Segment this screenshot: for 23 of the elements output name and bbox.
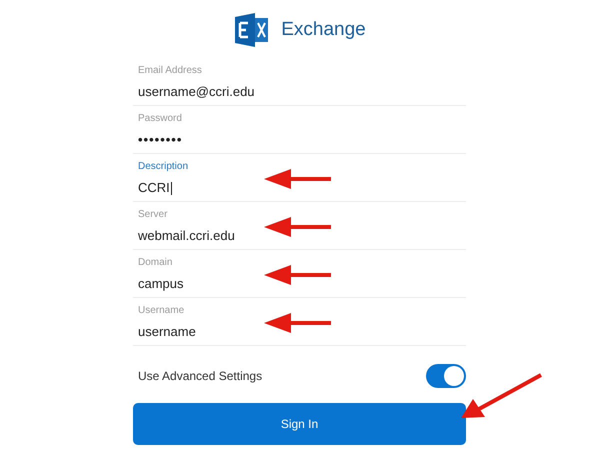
- form-field[interactable]: Username username: [133, 298, 466, 346]
- field-label: Description: [138, 160, 190, 174]
- form-field[interactable]: Domain campus: [133, 250, 466, 298]
- field-label: Email Address: [138, 64, 203, 78]
- field-value: webmail.ccri.edu: [138, 227, 235, 245]
- field-label: Server: [138, 208, 168, 222]
- field-label: Password: [138, 112, 183, 126]
- exchange-logo-icon: [233, 13, 270, 47]
- field-value: username: [138, 323, 196, 341]
- sign-in-button[interactable]: Sign In: [133, 403, 466, 445]
- advanced-toggle[interactable]: [426, 364, 466, 388]
- app-title: Exchange: [281, 18, 366, 42]
- field-value: CCRI: [138, 179, 172, 198]
- field-label: Username: [138, 304, 186, 318]
- field-value: ••••••••: [138, 131, 182, 149]
- form-field[interactable]: Description CCRI: [133, 154, 466, 202]
- form-field[interactable]: Password ••••••••: [133, 106, 466, 154]
- advanced-settings-label: Use Advanced Settings: [138, 368, 262, 385]
- field-value: username@ccri.edu: [138, 83, 255, 101]
- field-label: Domain: [138, 256, 174, 270]
- field-value: campus: [138, 275, 184, 293]
- form-field[interactable]: Email Address username@ccri.edu: [133, 58, 466, 106]
- form-field[interactable]: Server webmail.ccri.edu: [133, 202, 466, 250]
